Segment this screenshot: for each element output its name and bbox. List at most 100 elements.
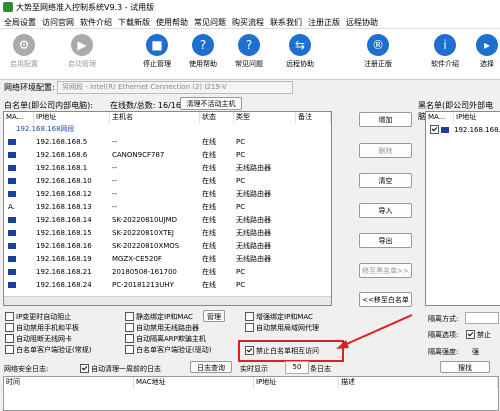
menu-item[interactable]: 购买流程 <box>232 17 264 28</box>
table-row[interactable]: A. 192.168.168.13 -- 在线 PC <box>4 202 331 213</box>
isolation-option-label: 隔离选项: <box>428 331 459 339</box>
table-row[interactable]: 192.168.168.6 CANON9CF787 在线 PC <box>4 150 331 161</box>
isolation-strength-label: 隔离强度: <box>428 348 459 356</box>
table-row[interactable]: 192.168.168.21 20180508-161700 在线 PC <box>4 267 331 278</box>
stop-icon: ■ <box>146 34 168 56</box>
menu-item[interactable]: 下载新版 <box>118 17 150 28</box>
select-icon: ▸ <box>476 34 498 56</box>
clear-inactive-button[interactable]: 清理不活动主机 <box>180 97 242 110</box>
online-count: 在线数/总数: 16/16 <box>110 101 181 110</box>
search-button[interactable]: 搜找 <box>440 361 490 373</box>
log-count-input[interactable]: 50 <box>285 361 309 374</box>
computer-icon <box>8 178 16 184</box>
info-icon: i <box>434 34 456 56</box>
option-checkbox[interactable]: IP变更时自动阻止 <box>5 311 71 322</box>
table-row[interactable]: 192.168.168.15 SK-20220810XTEJ 在线 无线路由器 <box>4 228 331 239</box>
col-note[interactable]: 备注 <box>296 112 331 123</box>
network-adapter-select[interactable]: 另网段 - Intel(R) Ethernet Connection (2) I… <box>57 81 293 94</box>
option-checkbox[interactable]: 增强绑定IP和MAC <box>245 311 313 322</box>
menu-item[interactable]: 远程协助 <box>346 17 378 28</box>
delete-button[interactable]: 删除 <box>359 143 412 158</box>
row-checkbox[interactable] <box>430 124 441 136</box>
col-time[interactable]: 时间 <box>4 377 134 388</box>
auto-clear-log-checkbox[interactable]: 自动清理一周前的日志 <box>80 363 161 374</box>
whitelist-title: 白名单(即公司内部电脑): <box>4 101 93 110</box>
option-checkbox[interactable]: 自动禁用无线路由器 <box>125 322 199 333</box>
import-button[interactable]: 导入 <box>359 203 412 218</box>
menu-item[interactable]: 全局设置 <box>4 17 36 28</box>
remote-assist-button[interactable]: ⇆ 远程协助 <box>278 32 322 76</box>
blacklist-table: MA... IP地址 192.168.168.1 <box>425 111 500 306</box>
export-button[interactable]: 导出 <box>359 233 412 248</box>
table-row[interactable]: 192.168.168.19 MGZX-CE520F 在线 无线路由器 <box>4 254 331 265</box>
option-checkbox[interactable]: 自动阻断无线网卡 <box>5 333 72 344</box>
start-manage-button[interactable]: ▶ 启动管理 <box>60 32 104 76</box>
col-desc[interactable]: 描述 <box>339 377 498 388</box>
col-mac[interactable]: MA... <box>426 112 454 123</box>
col-type[interactable]: 类型 <box>234 112 296 123</box>
table-row[interactable]: 192.168.168.5 -- 在线 PC <box>4 137 331 148</box>
log-query-button[interactable]: 日志查询 <box>190 361 232 373</box>
isolation-mode-label: 隔离方式: <box>428 315 459 323</box>
horizontal-scrollbar[interactable] <box>4 296 331 305</box>
option-checkbox[interactable]: 自动隔离ARP欺骗主机 <box>125 333 206 344</box>
computer-icon <box>8 282 16 288</box>
menu-bar: 全局设置 访问官网 软件介绍 下载新版 使用帮助 常见问题 购买流程 联系我们 … <box>0 14 500 29</box>
col-ip[interactable]: IP地址 <box>254 377 339 388</box>
menu-item[interactable]: 软件介绍 <box>80 17 112 28</box>
menu-item[interactable]: 常见问题 <box>194 17 226 28</box>
select-button[interactable]: ▸ 选择 <box>465 32 500 76</box>
option-checkbox[interactable]: 白名单客户端验证(常规) <box>5 344 91 355</box>
table-row[interactable]: 192.168.168.24 PC-20181213UHY 在线 PC <box>4 280 331 291</box>
table-row[interactable]: 192.168.168.10 -- 在线 PC <box>4 176 331 187</box>
menu-item[interactable]: 联系我们 <box>270 17 302 28</box>
isolation-forbid-checkbox[interactable]: 禁止 <box>466 329 491 340</box>
title-bar: 大势至网络准入控制系统V9.3 - 试用版 <box>0 0 500 14</box>
move-to-whitelist-button[interactable]: <<移至白名单 <box>359 292 412 307</box>
stop-manage-button[interactable]: ■ 停止管理 <box>135 32 179 76</box>
table-row[interactable]: 192.168.168.16 SK-20220810XMOS 在线 无线路由器 <box>4 241 331 252</box>
col-mac[interactable]: MA... <box>4 112 34 123</box>
question-icon: ? <box>238 34 260 56</box>
software-intro-button[interactable]: i 软件介绍 <box>423 32 467 76</box>
table-row[interactable]: 192.168.168.12 -- 在线 无线路由器 <box>4 189 331 200</box>
col-ip[interactable]: IP地址 <box>34 112 110 123</box>
network-config-label: 网络环境配置: <box>4 83 55 92</box>
remote-icon: ⇆ <box>289 34 311 56</box>
manage-button[interactable]: 管理 <box>203 310 225 322</box>
computer-icon <box>8 152 16 158</box>
realtime-label: 实时显示 <box>240 365 268 373</box>
add-button[interactable]: 增加 <box>359 112 412 127</box>
computer-icon <box>8 243 16 249</box>
option-checkbox[interactable]: 静态绑定IP和MAC <box>125 311 193 322</box>
option-checkbox[interactable]: 自动禁用手机和平板 <box>5 322 79 333</box>
col-status[interactable]: 状态 <box>200 112 234 123</box>
log-title: 网络安全日志: <box>4 365 49 373</box>
log-table: 时间 MAC地址 IP地址 描述 <box>3 376 499 411</box>
option-checkbox[interactable]: 白名单客户端验证(驱动) <box>125 344 211 355</box>
faq-button[interactable]: ? 常见问题 <box>227 32 271 76</box>
move-to-blacklist-button[interactable]: 移至黑名单>> <box>359 263 412 278</box>
help-button[interactable]: ? 使用帮助 <box>181 32 225 76</box>
isolation-mode-select[interactable] <box>465 312 499 324</box>
isolation-strength-strong[interactable]: 强 <box>472 347 479 357</box>
computer-icon <box>441 127 449 133</box>
table-row[interactable]: 192.168.168.1 <box>426 124 500 136</box>
log-unit-label: 条日志 <box>310 365 331 373</box>
clear-button[interactable]: 清空 <box>359 173 412 188</box>
col-mac[interactable]: MAC地址 <box>134 377 254 388</box>
option-checkbox[interactable]: 自动禁用局域网代理 <box>245 322 319 333</box>
whitelist-table: MA... IP地址 主机名 状态 类型 备注 192.168.168网段 19… <box>3 111 332 306</box>
col-ip[interactable]: IP地址 <box>454 112 500 123</box>
computer-icon <box>8 217 16 223</box>
app-icon <box>3 2 13 12</box>
menu-item[interactable]: 使用帮助 <box>156 17 188 28</box>
group-header[interactable]: 192.168.168网段 <box>4 124 331 135</box>
table-row[interactable]: 192.168.168.1 -- 在线 无线路由器 <box>4 163 331 174</box>
menu-item[interactable]: 注册正版 <box>308 17 340 28</box>
col-host[interactable]: 主机名 <box>110 112 200 123</box>
enable-config-button[interactable]: ⚙ 启用配置 <box>2 32 46 76</box>
table-row[interactable]: 192.168.168.14 SK-20220810UJMD 在线 无线路由器 <box>4 215 331 226</box>
register-button[interactable]: ® 注册正版 <box>356 32 400 76</box>
menu-item[interactable]: 访问官网 <box>42 17 74 28</box>
